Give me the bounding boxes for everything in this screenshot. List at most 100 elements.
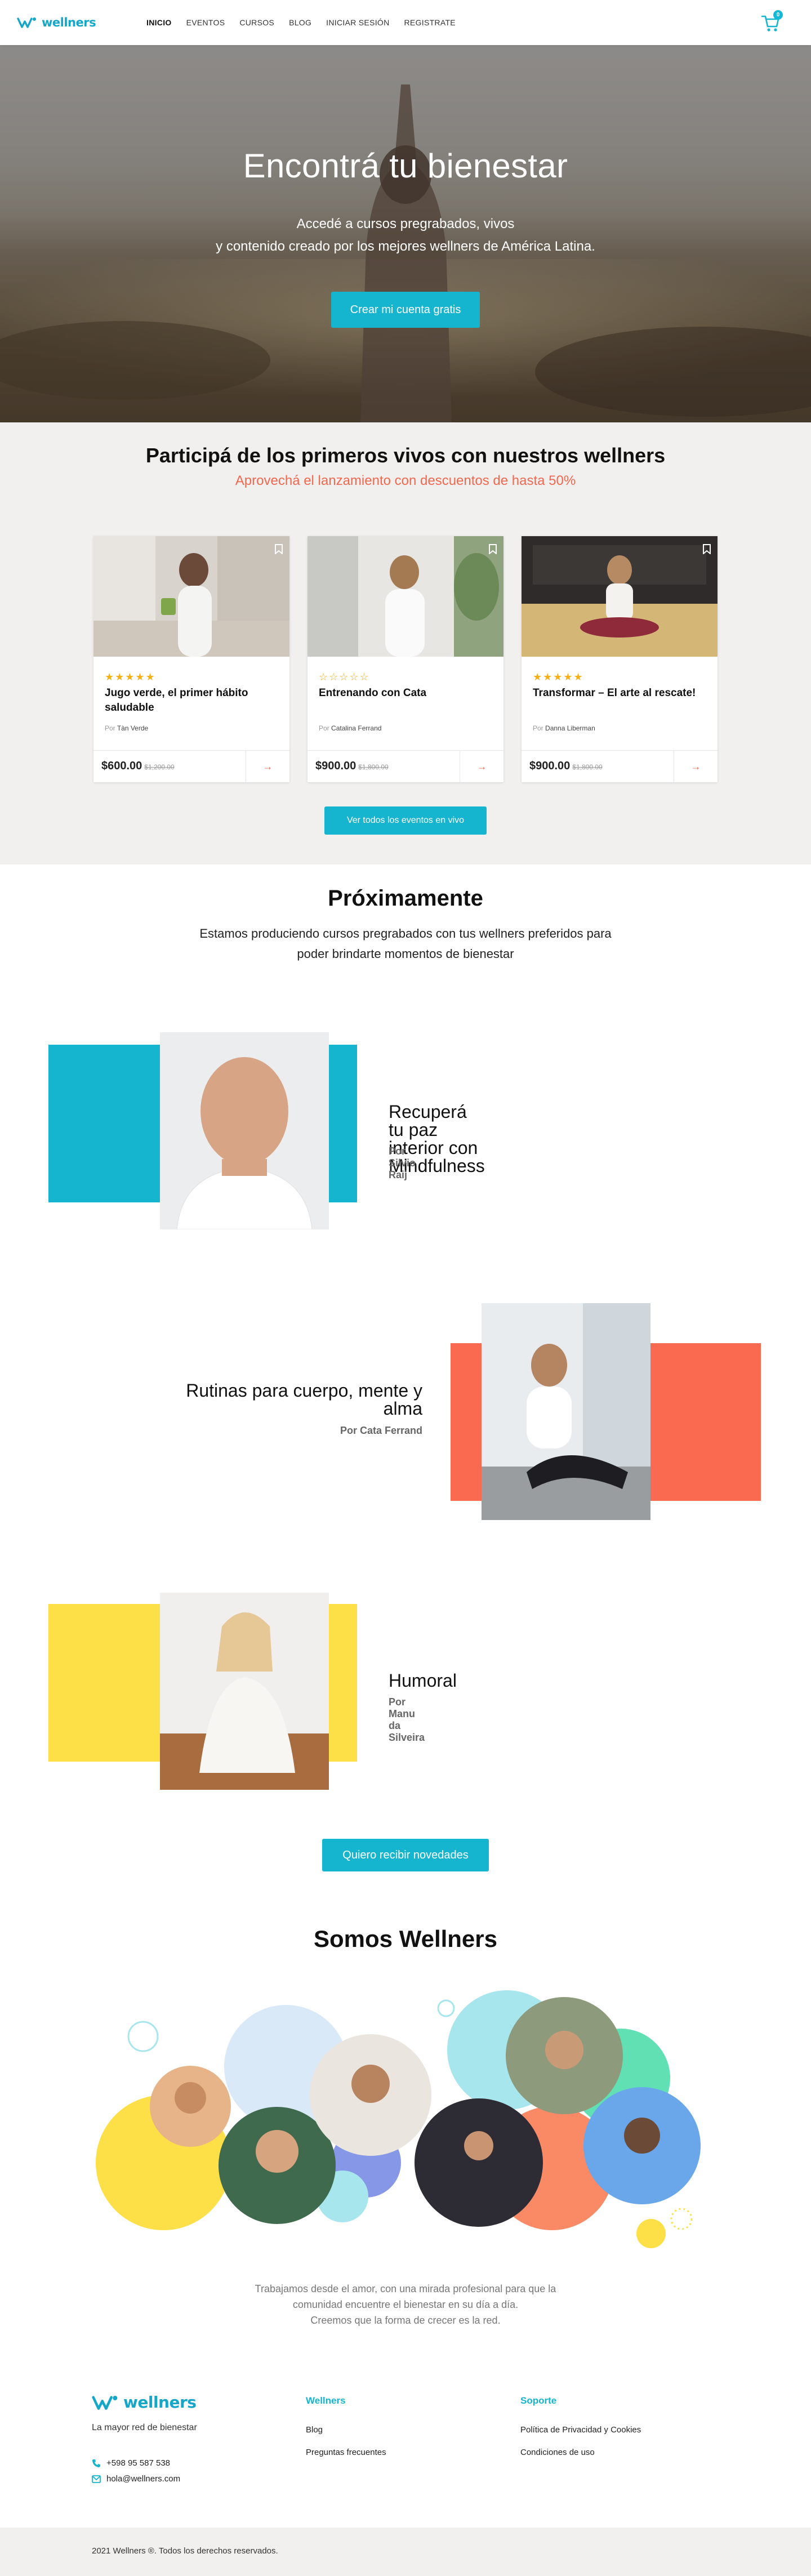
footer-email[interactable]: hola@wellners.com	[92, 2474, 180, 2484]
course-instructor-photo	[160, 1032, 329, 1229]
footer-link-terms[interactable]: Condiciones de uso	[520, 2448, 595, 2457]
hero-subtitle: Accedé a cursos pregrabados, vivos y con…	[0, 213, 811, 258]
footer-phone[interactable]: +598 95 587 538	[92, 2458, 170, 2468]
nav-inicio[interactable]: INICIO	[146, 18, 172, 27]
brand-name: wellners	[42, 16, 96, 29]
hero-title: Encontrá tu bienestar	[243, 147, 568, 185]
live-title: Participá de los primeros vivos con nues…	[145, 444, 666, 467]
event-title[interactable]: Entrenando con Cata	[319, 686, 488, 701]
arrow-right-icon[interactable]: →	[460, 751, 503, 783]
course-title: Rutinas para cuerpo, mente y alma	[141, 1381, 422, 1418]
author-prefix: Por	[105, 724, 115, 732]
footer-link-blog[interactable]: Blog	[306, 2425, 323, 2435]
upcoming-subtitle-line-2: poder brindarte momentos de bienestar	[297, 947, 514, 961]
course-instructor: Por Cata Ferrand	[340, 1425, 422, 1436]
author-name: Catalina Ferrand	[331, 724, 382, 732]
live-events-section: Participá de los primeros vivos con nues…	[0, 422, 811, 864]
upcoming-subtitle: Estamos produciendo cursos pregrabados c…	[0, 924, 811, 964]
nav-registrate[interactable]: REGISTRATE	[404, 18, 456, 27]
about-title: Somos Wellners	[314, 1926, 497, 1952]
upcoming-subtitle-line-1: Estamos produciendo cursos pregrabados c…	[199, 926, 612, 941]
footer-link-privacy[interactable]: Política de Privacidad y Cookies	[520, 2425, 641, 2435]
course-title-line-2: alma	[383, 1398, 422, 1419]
event-title[interactable]: Transformar – El arte al rescate!	[533, 686, 702, 701]
footer-wellners-heading: Wellners	[306, 2395, 346, 2406]
current-price: $900.00	[529, 760, 571, 772]
nav-cursos[interactable]: CURSOS	[239, 18, 274, 27]
event-card-image	[308, 536, 503, 657]
hero: Encontrá tu bienestar Accedé a cursos pr…	[0, 45, 811, 422]
course-instructor: Por Silvio Raij	[389, 1146, 416, 1180]
author-name: Tàn Verde	[117, 724, 149, 732]
about-text-line-3: Creemos que la forma de crecer es la red…	[310, 2315, 501, 2326]
event-card-image	[93, 536, 289, 657]
copyright-bar: 2021 Wellners ®. Todos los derechos rese…	[0, 2528, 811, 2576]
rating-stars: ★★★★★	[533, 671, 584, 683]
create-account-button[interactable]: Crear mi cuenta gratis	[331, 292, 480, 328]
about-text: Trabajamos desde el amor, con una mirada…	[0, 2281, 811, 2328]
event-card[interactable]: ☆☆☆☆☆ Entrenando con Cata Por Catalina F…	[308, 536, 503, 783]
bookmark-icon[interactable]	[703, 544, 711, 554]
hero-subtitle-line-1: Accedé a cursos pregrabados, vivos	[296, 216, 515, 231]
wellners-logo-icon	[92, 2395, 118, 2410]
original-price: $1,800.00	[572, 763, 603, 771]
event-title[interactable]: Jugo verde, el primer hábito saludable	[105, 686, 274, 715]
footer-brand-logo[interactable]: wellners	[92, 2393, 197, 2412]
hero-subtitle-line-2: y contenido creado por los mejores welln…	[216, 239, 595, 254]
event-author: Por Tàn Verde	[105, 724, 148, 732]
brand-logo[interactable]: wellners	[17, 16, 146, 29]
course-instructor: Por Manu da Silveira	[389, 1696, 425, 1743]
phone-number: +598 95 587 538	[106, 2458, 171, 2468]
live-subtitle: Aprovechá el lanzamiento con descuentos …	[235, 473, 576, 488]
original-price: $1,800.00	[358, 763, 389, 771]
footer-support-heading: Soporte	[520, 2395, 557, 2406]
course-title-line-1: Humoral	[389, 1670, 457, 1691]
cart-count-badge: 0	[773, 10, 783, 20]
cart-button[interactable]: 0	[759, 10, 783, 34]
event-card[interactable]: ★★★★★ Jugo verde, el primer hábito salud…	[93, 536, 289, 783]
course-title-line-1: Rutinas para cuerpo, mente y	[186, 1380, 422, 1401]
event-card-footer: $600.00 $1,200.00 →	[93, 750, 289, 783]
event-card-footer: $900.00 $1,800.00 →	[522, 750, 718, 783]
event-card-footer: $900.00 $1,800.00 →	[308, 750, 503, 783]
author-prefix: Por	[533, 724, 543, 732]
event-card[interactable]: ★★★★★ Transformar – El arte al rescate! …	[522, 536, 718, 783]
site-header: wellners INICIO EVENTOS CURSOS BLOG INIC…	[0, 0, 811, 45]
main-nav: INICIO EVENTOS CURSOS BLOG INICIAR SESIÓ…	[146, 18, 456, 27]
footer-brand-name: wellners	[123, 2393, 197, 2412]
phone-icon	[92, 2459, 100, 2467]
copyright-text: 2021 Wellners ®. Todos los derechos rese…	[92, 2546, 278, 2556]
arrow-right-icon[interactable]: →	[674, 751, 718, 783]
event-author: Por Danna Liberman	[533, 724, 595, 732]
about-text-line-2: comunidad encuentre el bienestar en su d…	[292, 2299, 519, 2310]
author-prefix: Por	[319, 724, 329, 732]
event-card-image	[522, 536, 718, 657]
course-instructor-photo	[482, 1303, 650, 1520]
rating-stars: ☆☆☆☆☆	[319, 671, 370, 683]
footer-link-faq[interactable]: Preguntas frecuentes	[306, 2448, 386, 2457]
view-all-events-button[interactable]: Ver todos los eventos en vivo	[324, 806, 487, 835]
about-text-line-1: Trabajamos desde el amor, con una mirada…	[255, 2283, 556, 2294]
arrow-right-icon[interactable]: →	[246, 751, 289, 783]
nav-eventos[interactable]: EVENTOS	[186, 18, 225, 27]
current-price: $600.00	[101, 760, 142, 772]
author-name: Danna Liberman	[545, 724, 595, 732]
current-price: $900.00	[315, 760, 357, 772]
event-author: Por Catalina Ferrand	[319, 724, 381, 732]
original-price: $1,200.00	[144, 763, 175, 771]
bookmark-icon[interactable]	[489, 544, 497, 554]
footer-tagline: La mayor red de bienestar	[92, 2423, 197, 2432]
wellners-logo-icon	[17, 17, 36, 28]
event-price: $900.00 $1,800.00	[529, 760, 603, 773]
bookmark-icon[interactable]	[275, 544, 283, 554]
mail-icon	[92, 2475, 101, 2483]
course-instructor-photo	[160, 1593, 329, 1790]
nav-iniciar-sesion[interactable]: INICIAR SESIÓN	[326, 18, 389, 27]
event-price: $600.00 $1,200.00	[101, 760, 175, 773]
event-price: $900.00 $1,800.00	[315, 760, 389, 773]
subscribe-news-button[interactable]: Quiero recibir novedades	[322, 1839, 489, 1871]
email-address: hola@wellners.com	[106, 2474, 181, 2484]
community-collage	[96, 1990, 701, 2248]
upcoming-title: Próximamente	[328, 886, 483, 911]
nav-blog[interactable]: BLOG	[289, 18, 311, 27]
